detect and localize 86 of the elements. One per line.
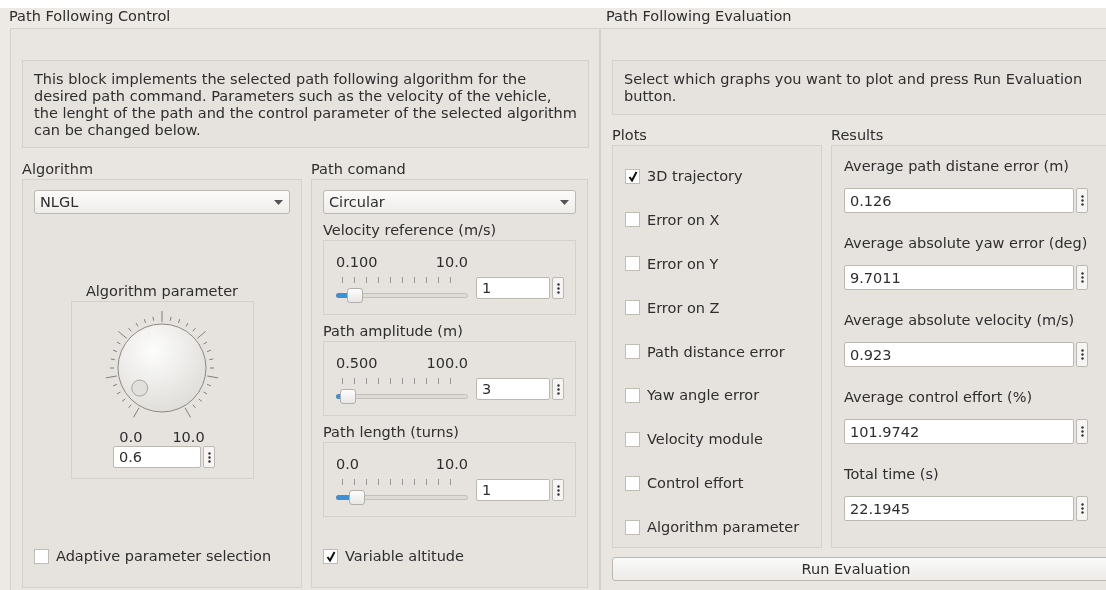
result-label: Total time (s) [844,465,940,484]
range-max: 10.0 [435,456,468,473]
checkbox-label: Algorithm parameter [647,519,800,535]
dropdown[interactable]: Circular [323,190,576,214]
dial-knob[interactable] [117,323,207,413]
description-text: Select which graphs you want to plot and press Run Evaluation button. [612,60,1106,115]
more-icon [556,383,560,395]
more-icon [556,282,560,294]
result-field[interactable]: 0.126 [844,188,1074,213]
section-label: Plots [612,126,648,145]
range-min: 0.0 [119,428,143,446]
more-icon [1080,195,1084,206]
more-icon [1080,272,1084,283]
dial-indicator [131,379,149,397]
caret-icon [560,199,569,205]
checkbox-label: Error on Z [647,299,720,316]
checkbox-label: 3D trajectory [647,168,743,184]
dropdown[interactable]: NLGL [34,190,290,214]
number-field[interactable]: 3 [476,378,550,400]
range-min: 0.100 [336,254,378,271]
result-field[interactable]: 9.7011 [844,265,1074,290]
checkbox-label: Variable altitude [345,548,464,564]
slider-label: Path length (turns) [323,423,460,442]
checkbox[interactable] [625,212,640,228]
slider-label: Velocity reference (m/s) [323,221,498,240]
more-icon [1080,503,1084,514]
checkbox[interactable] [625,387,640,403]
result-label: Average control effort (%) [844,388,1034,407]
checkbox[interactable] [625,168,640,184]
section-label: Algorithm [22,160,94,179]
number-field[interactable]: 0.6 [113,446,201,468]
checkbox-label: Error on Y [647,255,719,272]
checkbox-label: Adaptive parameter selection [56,548,272,564]
result-field[interactable]: 0.923 [844,342,1074,367]
checkbox-label: Yaw angle error [647,387,760,404]
more-icon [207,451,211,463]
range-max: 10.0 [435,254,468,271]
more-icon [1080,349,1084,360]
result-field[interactable]: 22.1945 [844,496,1074,521]
spin-menu-button[interactable] [552,277,564,299]
checkbox[interactable] [625,431,640,447]
range-max: 10.0 [172,428,205,446]
spin-menu-button[interactable] [552,479,564,501]
spin-menu-button[interactable] [1076,188,1088,213]
checkbox[interactable] [34,548,49,564]
range-min: 0.0 [336,456,360,473]
result-field[interactable]: 101.9742 [844,419,1074,444]
spin-menu-button[interactable] [1076,496,1088,521]
slider-handle[interactable] [339,389,356,404]
checkbox-label: Velocity module [647,431,763,448]
spin-menu-button[interactable] [1076,419,1088,444]
section-label: Path comand [311,160,407,179]
checkbox[interactable] [625,519,640,535]
checkbox[interactable] [625,475,640,491]
number-field[interactable]: 1 [476,479,550,501]
checkbox-label: Path distance error [647,343,785,360]
result-label: Average path distane error (m) [844,157,1070,176]
checkbox-label: Control effort [647,475,744,492]
spin-menu-button[interactable] [203,446,215,468]
checkbox-label: Error on X [647,211,720,228]
caret-icon [274,199,283,205]
description-text: This block implements the selected path following algorithm for the desired path command. Parameters such as the velocity of the vehicle, the lenght of the path and the control parameter of the selected algorithm can be changed below. [22,60,589,148]
checkbox[interactable] [625,300,640,316]
spin-menu-button[interactable] [552,378,564,400]
number-field[interactable]: 1 [476,277,550,299]
slider-handle[interactable] [347,288,364,303]
more-icon [1080,426,1084,437]
more-icon [556,484,560,496]
range-min: 0.500 [336,355,378,372]
checkmark-icon [325,550,336,562]
checkbox[interactable] [625,256,640,272]
group-title: Path Following Evaluation [605,8,793,26]
section-label: Results [831,126,885,145]
result-label: Average absolute velocity (m/s) [844,311,1076,330]
spin-menu-button[interactable] [1076,265,1088,290]
checkbox[interactable] [625,344,640,359]
slider-handle[interactable] [348,490,365,505]
checkmark-icon [627,170,638,182]
run-evaluation-button[interactable]: Run Evaluation [612,557,1106,581]
slider-label: Path amplitude (m) [323,322,464,341]
dial-label: Algorithm parameter [85,282,239,301]
spin-menu-button[interactable] [1076,342,1088,367]
range-max: 100.0 [426,355,468,372]
checkbox[interactable] [323,548,338,564]
group-title: Path Following Control [8,8,172,26]
result-label: Average absolute yaw error (deg) [844,234,1089,253]
